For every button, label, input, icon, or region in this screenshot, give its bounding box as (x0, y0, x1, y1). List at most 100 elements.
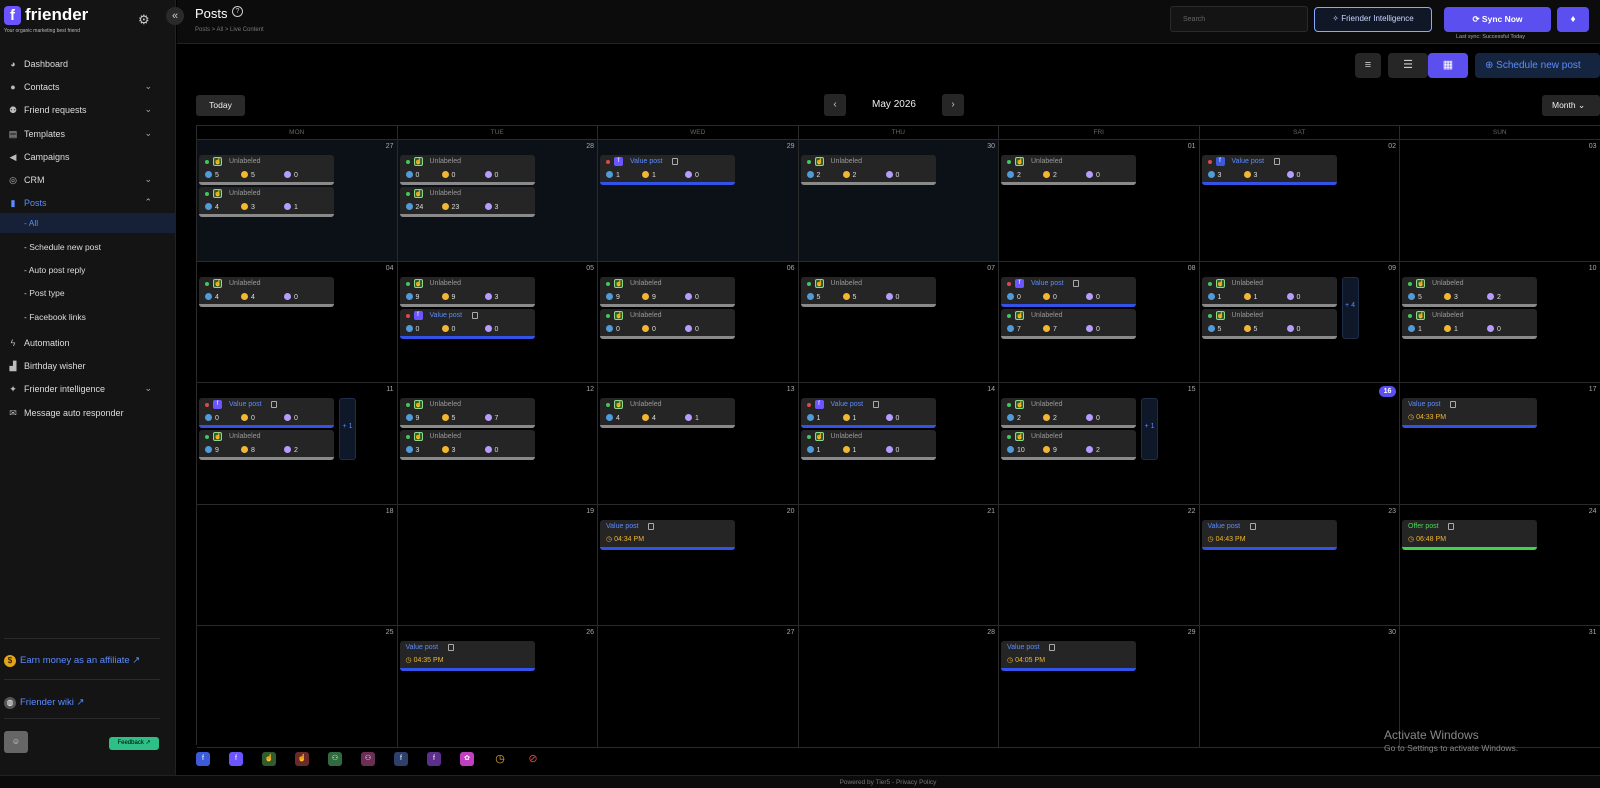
calendar-day-cell[interactable]: 29 f Value post 1 1 0 (598, 140, 799, 262)
calendar-day-cell[interactable]: 19 (397, 504, 598, 626)
post-card[interactable]: Value post ◷ 04:33 PM (1402, 398, 1537, 428)
today-button[interactable]: Today (196, 95, 245, 116)
view-select[interactable]: Month ⌄ (1542, 95, 1600, 116)
post-card[interactable]: ☝ Unlabeled 2 2 0 (1001, 398, 1136, 428)
post-card[interactable]: ☝ Unlabeled 3 3 0 (399, 430, 535, 460)
brand-logo[interactable]: f friender Your organic marketing best f… (4, 5, 124, 35)
post-card[interactable]: ☝ Unlabeled 1 1 0 (1201, 276, 1337, 307)
filter-icon[interactable]: ≡ (1355, 53, 1381, 78)
post-card[interactable]: ☝ Unlabeled 9 5 7 (399, 398, 535, 428)
post-card[interactable]: Offer post ◷ 06:48 PM (1402, 519, 1537, 550)
facebook-blue-icon[interactable]: f (196, 752, 210, 766)
calendar-day-cell[interactable]: 12 ☝ Unlabeled 9 5 7 ☝ Unlabeled 3 3 0 (397, 383, 598, 505)
post-card[interactable]: ☝ Unlabeled 1 1 0 (1402, 308, 1537, 339)
post-card[interactable]: ☝ Unlabeled 4 4 0 (199, 276, 334, 307)
sync-now-button[interactable]: ⟳ Sync Now (1444, 7, 1551, 32)
calendar-day-cell[interactable]: 15 ☝ Unlabeled 2 2 0 ☝ Unlabeled 10 9 2 + 1 (999, 383, 1200, 505)
sidebar-item-automation[interactable]: ϟ Automation (0, 332, 176, 354)
post-card[interactable]: ☝ Unlabeled 5 5 0 (1201, 308, 1337, 339)
next-month-icon[interactable]: › (942, 94, 964, 116)
sidebar-item-crm[interactable]: ◎ CRM ⌄ (0, 169, 176, 191)
calendar-day-cell[interactable]: 28 ☝ Unlabeled 0 0 0 ☝ Unlabeled 24 23 3 (397, 140, 598, 262)
sidebar-subitem-schedule-new-post[interactable]: - Schedule new post (0, 237, 176, 257)
post-card[interactable]: ☝ Unlabeled 7 7 0 (1001, 308, 1136, 339)
calendar-day-cell[interactable]: 10 ☝ Unlabeled 5 3 2 ☝ Unlabeled 1 1 0 (1400, 261, 1600, 383)
calendar-day-cell[interactable]: 07 ☝ Unlabeled 5 5 0 (798, 261, 999, 383)
calendar-day-cell[interactable]: 28 (798, 626, 999, 748)
calendar-day-cell[interactable]: 23 Value post ◷ 04:43 PM (1199, 504, 1400, 626)
post-card[interactable]: ☝ Unlabeled 4 4 1 (600, 398, 735, 428)
calendar-day-cell[interactable]: 03 (1400, 140, 1600, 262)
post-card[interactable]: ☝ Unlabeled 0 0 0 (600, 308, 735, 339)
sidebar-item-templates[interactable]: ▤ Templates ⌄ (0, 123, 176, 145)
calendar-day-cell[interactable]: 08 f Value post 0 0 0 ☝ Unlabeled 7 7 0 (999, 261, 1200, 383)
post-card[interactable]: ☝ Unlabeled 5 3 2 (1402, 276, 1537, 307)
sidebar-item-campaigns[interactable]: ◀ Campaigns (0, 146, 176, 168)
diamond-icon[interactable]: ♦ (1557, 7, 1589, 32)
post-card[interactable]: ☝ Unlabeled 24 23 3 (399, 187, 535, 217)
post-card[interactable]: Value post ◷ 04:35 PM (399, 641, 535, 671)
post-card[interactable]: ☝ Unlabeled 5 5 0 (800, 276, 936, 307)
calendar-day-cell[interactable]: 04 ☝ Unlabeled 4 4 0 (197, 261, 398, 383)
affiliate-link[interactable]: $ Earn money as an affiliate ↗ (4, 655, 140, 667)
calendar-day-cell[interactable]: 27 ☝ Unlabeled 5 5 0 ☝ Unlabeled 4 3 1 (197, 140, 398, 262)
hand-green-icon[interactable]: ☝ (262, 752, 276, 766)
calendar-day-cell[interactable]: 30 ☝ Unlabeled 2 2 0 (798, 140, 999, 262)
avatar[interactable]: ☺ (4, 731, 28, 753)
post-card[interactable]: f Value post 1 1 0 (800, 398, 936, 428)
sidebar-item-message-auto-responder[interactable]: ✉ Message auto responder (0, 402, 176, 424)
sidebar-subitem-auto-post-reply[interactable]: - Auto post reply (0, 260, 176, 280)
post-card[interactable]: ☝ Unlabeled 9 8 2 (199, 430, 334, 460)
calendar-view-icon[interactable]: ▦ (1428, 53, 1468, 78)
friender-intelligence-button[interactable]: ✧ Friender Intelligence (1314, 7, 1432, 32)
flower-icon[interactable]: ✿ (460, 752, 474, 766)
friends-purple-icon[interactable]: f (427, 752, 441, 766)
calendar-day-cell[interactable]: 18 (197, 504, 398, 626)
help-icon[interactable]: ? (232, 6, 243, 17)
calendar-day-cell[interactable]: 06 ☝ Unlabeled 9 9 0 ☝ Unlabeled 0 0 0 (598, 261, 799, 383)
calendar-day-cell[interactable]: 26 Value post ◷ 04:35 PM (397, 626, 598, 748)
search-input[interactable]: Search (1170, 6, 1308, 32)
clock-icon[interactable]: ◷ (493, 752, 507, 766)
sidebar-item-dashboard[interactable]: ◕ Dashboard (0, 53, 176, 75)
post-card[interactable]: ☝ Unlabeled 4 3 1 (199, 187, 334, 217)
calendar-day-cell[interactable]: 11 f Value post 0 0 0 ☝ Unlabeled 9 8 2 + 1 (197, 383, 398, 505)
calendar-day-cell[interactable]: 05 ☝ Unlabeled 9 9 3 f Value post 0 0 0 (397, 261, 598, 383)
calendar-day-cell[interactable]: 02 f Value post 3 3 0 (1199, 140, 1400, 262)
post-card[interactable]: Value post ◷ 04:05 PM (1001, 641, 1136, 671)
post-card[interactable]: Value post ◷ 04:43 PM (1201, 519, 1337, 550)
calendar-day-cell[interactable]: 16 (1199, 383, 1400, 505)
sidebar-subitem-post-type[interactable]: - Post type (0, 283, 176, 303)
wiki-link[interactable]: ◍ Friender wiki ↗ (4, 697, 84, 709)
gear-icon[interactable]: ⚙ (138, 12, 150, 28)
sidebar-item-contacts[interactable]: ● Contacts ⌄ (0, 76, 176, 98)
calendar-day-cell[interactable]: 21 (798, 504, 999, 626)
calendar-day-cell[interactable]: 01 ☝ Unlabeled 2 2 0 (999, 140, 1200, 262)
group-pink-icon[interactable]: ⚇ (361, 752, 375, 766)
post-card[interactable]: ☝ Unlabeled 9 9 0 (600, 276, 735, 307)
post-card[interactable]: ☝ Unlabeled 2 2 0 (800, 155, 936, 185)
hand-red-icon[interactable]: ☝ (295, 752, 309, 766)
sidebar-item-birthday-wisher[interactable]: ▟ Birthday wisher (0, 355, 176, 377)
post-card[interactable]: ☝ Unlabeled 0 0 0 (399, 155, 535, 185)
post-card[interactable]: ☝ Unlabeled 5 5 0 (199, 155, 334, 185)
facebook-purple-icon[interactable]: f (229, 752, 243, 766)
post-card[interactable]: ☝ Unlabeled 2 2 0 (1001, 155, 1136, 185)
calendar-day-cell[interactable]: 25 (197, 626, 398, 748)
post-card[interactable]: f Value post 3 3 0 (1201, 155, 1337, 185)
post-card[interactable]: ☝ Unlabeled 1 1 0 (800, 430, 936, 460)
post-card[interactable]: f Value post 0 0 0 (199, 398, 334, 428)
sidebar-item-friend-requests[interactable]: ⚉ Friend requests ⌄ (0, 99, 176, 121)
post-card[interactable]: f Value post 1 1 0 (600, 155, 735, 185)
friends-blue-icon[interactable]: f (394, 752, 408, 766)
sidebar-subitem-facebook-links[interactable]: - Facebook links (0, 307, 176, 327)
more-posts-button[interactable]: + 4 (1341, 276, 1359, 339)
post-card[interactable]: f Value post 0 0 0 (1001, 276, 1136, 307)
calendar-day-cell[interactable]: 27 (598, 626, 799, 748)
calendar-day-cell[interactable]: 09 ☝ Unlabeled 1 1 0 ☝ Unlabeled 5 5 0 + 4 (1199, 261, 1400, 383)
calendar-day-cell[interactable]: 29 Value post ◷ 04:05 PM (999, 626, 1200, 748)
calendar-day-cell[interactable]: 20 Value post ◷ 04:34 PM (598, 504, 799, 626)
post-card[interactable]: Value post ◷ 04:34 PM (600, 519, 735, 550)
sidebar-item-posts[interactable]: ▮ Posts ⌃ (0, 192, 176, 214)
calendar-day-cell[interactable]: 14 f Value post 1 1 0 ☝ Unlabeled 1 1 0 (798, 383, 999, 505)
